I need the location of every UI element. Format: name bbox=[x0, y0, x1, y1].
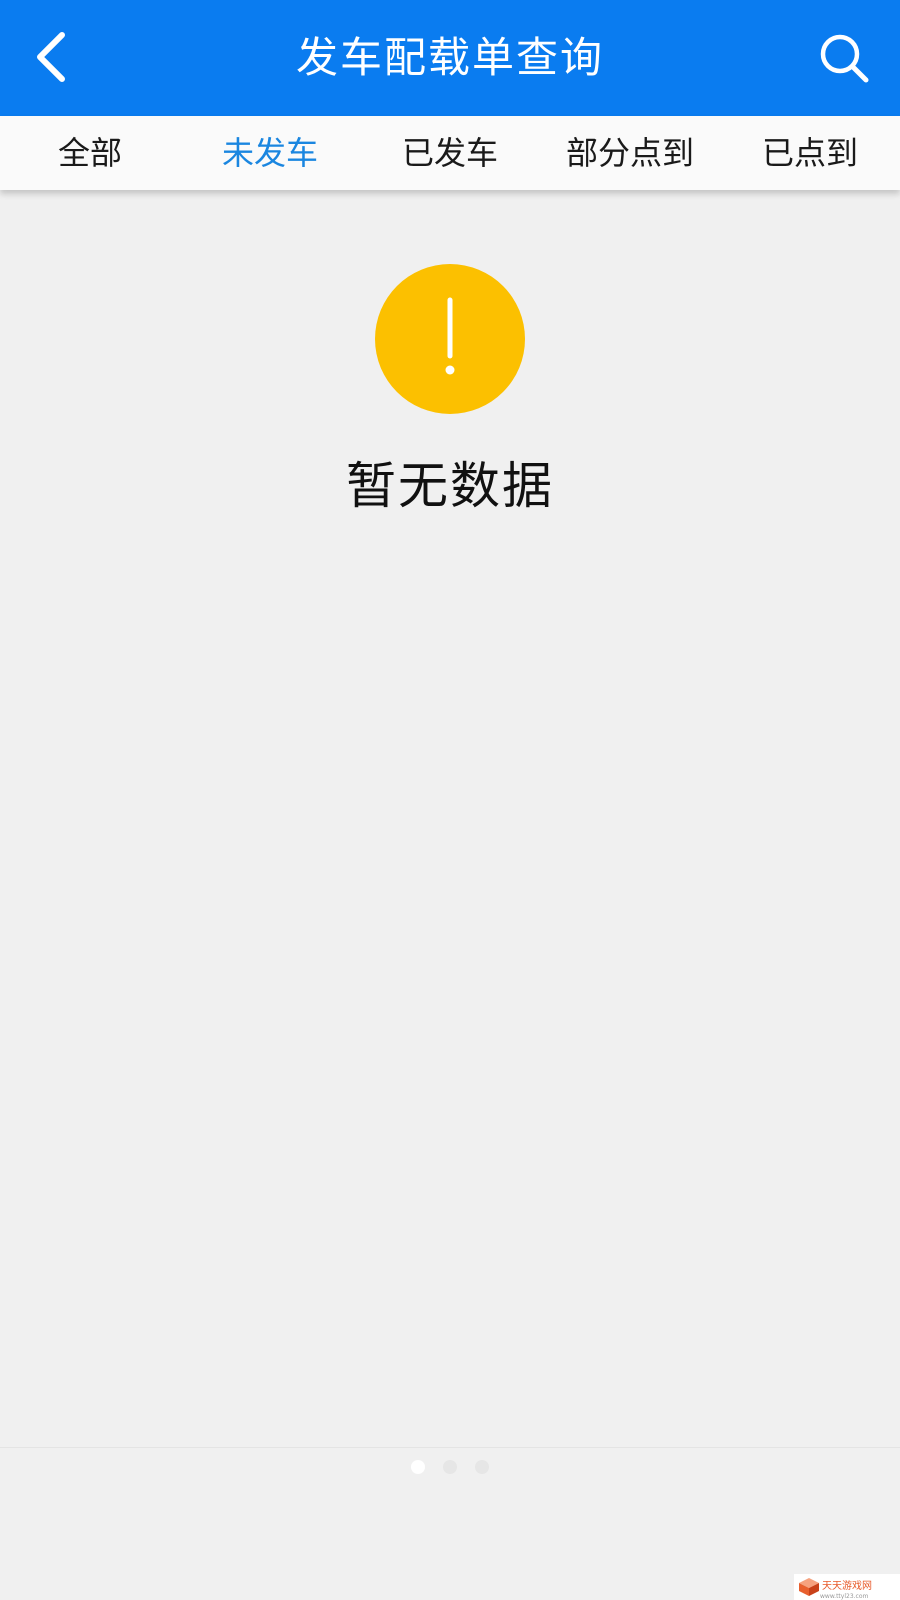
tab-not-departed[interactable]: 未发车 bbox=[180, 116, 360, 190]
site-watermark: 天天游戏网 www.ttyl23.com bbox=[794, 1574, 900, 1600]
page-indicator bbox=[0, 1460, 900, 1476]
watermark-url: www.ttyl23.com bbox=[820, 1593, 869, 1600]
page-title: 发车配载单查询 bbox=[295, 33, 604, 82]
search-icon bbox=[820, 34, 869, 83]
status-tab-bar: 全部 未发车 已发车 部分点到 已点到 bbox=[0, 116, 900, 190]
app-screen: 发车配载单查询 全部 未发车 已发车 部分点到 已点到 暂无数据 天天游戏网 w… bbox=[0, 0, 900, 1600]
tab-checked-in[interactable]: 已点到 bbox=[720, 116, 900, 190]
top-bar: 发车配载单查询 bbox=[0, 0, 900, 116]
page-dot-3[interactable] bbox=[475, 1460, 489, 1474]
tab-departed[interactable]: 已发车 bbox=[360, 116, 540, 190]
cube-logo-icon bbox=[799, 1578, 819, 1596]
search-button[interactable] bbox=[810, 24, 878, 92]
empty-message: 暂无数据 bbox=[346, 457, 554, 515]
page-dot-2[interactable] bbox=[443, 1460, 457, 1474]
page-dot-1[interactable] bbox=[411, 1460, 425, 1474]
warning-icon bbox=[375, 264, 525, 414]
exclamation-icon bbox=[445, 297, 455, 375]
tab-all[interactable]: 全部 bbox=[0, 116, 180, 190]
watermark-brand: 天天游戏网 bbox=[822, 1581, 872, 1592]
empty-state: 暂无数据 bbox=[0, 264, 900, 518]
bottom-divider bbox=[0, 1447, 900, 1448]
tab-partially-checked-in[interactable]: 部分点到 bbox=[540, 116, 720, 190]
